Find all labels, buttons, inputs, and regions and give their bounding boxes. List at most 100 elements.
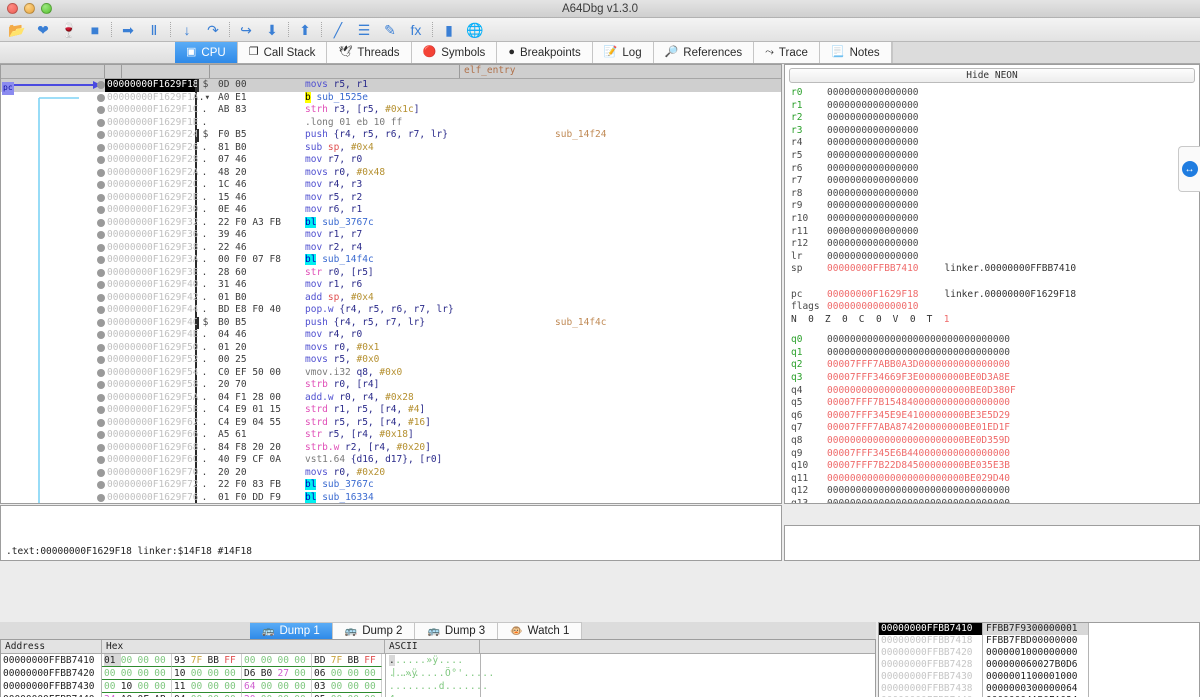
row-gutter[interactable] [1,318,105,327]
dump-hex-byte[interactable]: 00 [154,654,171,666]
disassembly-row[interactable]: 00000000F1629F2E. 15 46 mov r5, r2 [1,191,781,204]
dump-hex-byte[interactable]: 7F [191,654,208,666]
dump-hex-byte[interactable]: 0F [138,693,155,697]
row-gutter[interactable] [1,181,105,190]
disassembly-row[interactable]: 00000000F1629F1C. AB 83 strh r3, [r5, #0x1… [1,104,781,117]
dump-hex-byte[interactable]: 00 [138,667,155,679]
dump-hex-byte[interactable]: 10 [174,667,191,679]
patch-icon[interactable]: ╱ [325,19,351,41]
row-gutter[interactable] [1,381,105,390]
row-gutter[interactable] [1,456,105,465]
stack-row[interactable]: 00000000FFBB7438 0000000300000064 [879,683,1199,695]
register-row-r1[interactable]: r1 0000000000000000 [791,100,1199,113]
breakpoint-toggle[interactable] [97,468,105,477]
register-row-r12[interactable]: r12 0000000000000000 [791,238,1199,251]
disassembly-row[interactable]: 00000000F1629F26. 81 B0 sub sp, #0x4 [1,141,781,154]
neon-register-row-q1[interactable]: q1 00000000000000000000000000000000 [791,347,1199,360]
register-row-r9[interactable]: r9 0000000000000000 [791,200,1199,213]
register-row-r6[interactable]: r6 0000000000000000 [791,163,1199,176]
breakpoint-toggle[interactable] [97,368,105,377]
dump-hex-byte[interactable]: 00 [261,693,278,697]
breakpoint-toggle[interactable] [97,143,105,152]
dump-hex-byte[interactable]: 00 [224,693,241,697]
memory-map-icon[interactable]: ☰ [351,19,377,41]
step-over-icon[interactable]: ↷ [200,19,226,41]
flags-row[interactable]: flags 0000000000000010 [791,301,1199,314]
tab-notes[interactable]: 📃 Notes [819,42,892,63]
dump-row-hex[interactable]: 00 00 00 00 10 00 00 00 D6 B0 27 00 06 00 00 00 [102,667,385,680]
dump-row[interactable]: 00000000FFBB744034A00FAB0400000020000000… [1,693,875,697]
disassembly-rows[interactable]: pc 00000000F1629F18 $0D 00 movs r5, r1 00000… [1,79,781,503]
row-gutter[interactable] [1,118,105,127]
dump-hex-byte[interactable]: BD [314,654,331,666]
dump-hex-byte[interactable]: 00 [154,667,171,679]
breakpoint-toggle[interactable] [97,456,105,465]
breakpoint-toggle[interactable] [97,181,105,190]
dump-row[interactable]: 00000000FFBB7410 01 00 00 00 93 7F BB FF 00 00 00 00… [1,654,875,679]
row-gutter[interactable] [1,493,105,502]
breakpoint-toggle[interactable] [97,106,105,115]
disassembly-row[interactable]: 00000000F1629F32. 22 F0 A3 FB bl sub_3767c [1,216,781,229]
wine-glass-icon[interactable]: 🍷 [56,19,82,41]
breakpoint-toggle[interactable] [97,406,105,415]
tab-cpu[interactable]: ▣ CPU [175,42,238,63]
disassembly-row[interactable]: 00000000F1629F72. 22 F0 83 FB bl sub_3767c [1,479,781,492]
globe-icon[interactable]: 🌐 [462,19,488,41]
dump-hex-byte[interactable]: 00 [348,667,365,679]
row-gutter[interactable] [1,106,105,115]
row-gutter[interactable] [1,393,105,402]
flag-bits-row[interactable]: N 0 Z 0 C 0 V 0 T 1 [791,314,1199,327]
flag-bit-c[interactable]: C 0 [859,314,882,327]
dump-tab-dump-1[interactable]: 🚌 Dump 1 [250,622,333,639]
dump-hex-byte[interactable]: 64 [244,680,261,692]
breakpoint-toggle[interactable] [97,381,105,390]
row-gutter[interactable] [1,206,105,215]
breakpoint-toggle[interactable] [97,418,105,427]
dump-hex-byte[interactable]: D6 [244,667,261,679]
run-to-icon[interactable]: ⬇ [259,19,285,41]
disassembly-row[interactable]: 00000000F1629F5A. 04 F1 28 00 add.w r0, r4… [1,391,781,404]
disassembly-row[interactable]: 00000000F1629F76. 01 F0 DD F9 bl sub_16334 [1,491,781,503]
tab-symbols[interactable]: 🔴 Symbols [411,42,498,63]
dump-hex-byte[interactable]: 00 [104,680,121,692]
row-gutter[interactable] [1,331,105,340]
disassembly-row[interactable]: 00000000F1629F4E. 04 46 mov r4, r0 [1,329,781,342]
row-gutter[interactable] [1,93,105,102]
breakpoint-toggle[interactable] [97,256,105,265]
breakpoint-toggle[interactable] [97,481,105,490]
dump-hex-byte[interactable]: 00 [104,667,121,679]
disassembly-row[interactable]: 00000000F1629F24 $ F0 B5 push {r4, r5, r6, … [1,129,781,142]
dump-hex-byte[interactable]: 00 [208,693,225,697]
dump-hex-byte[interactable]: 00 [261,654,278,666]
row-gutter[interactable] [1,256,105,265]
register-row-r8[interactable]: r8 0000000000000000 [791,188,1199,201]
dump-hex-byte[interactable]: AB [154,693,171,697]
stack-row[interactable]: 00000000FFBB7420 0000001000000000 [879,647,1199,659]
neon-register-row-q11[interactable]: q11 000000000000000000000000BE029D40 [791,473,1199,486]
hide-neon-button[interactable]: Hide NEON [789,68,1195,83]
breakpoint-toggle[interactable] [97,206,105,215]
disassembly-row[interactable]: 00000000F1629F38. 22 46 mov r2, r4 [1,241,781,254]
row-gutter[interactable] [1,131,105,140]
disassembly-row[interactable]: 00000000F1629F44. BD E8 F0 40 pop.w {r4, r… [1,304,781,317]
register-row-r10[interactable]: r10 0000000000000000 [791,213,1199,226]
breakpoint-toggle[interactable] [97,293,105,302]
breakpoint-toggle[interactable] [97,306,105,315]
dump-hex-byte[interactable]: 00 [331,693,348,697]
dump-hex-byte[interactable]: 00 [191,680,208,692]
registers-pane[interactable]: Hide NEON r0 0000000000000000 r1 0000000000… [784,64,1200,504]
dump-hex-byte[interactable]: 00 [121,667,138,679]
neon-register-row-q13[interactable]: q13 00000000000000000000000000000000 [791,498,1199,503]
neon-register-row-q8[interactable]: q8 000000000000000000000000BE0D359D [791,435,1199,448]
disassembly-row[interactable]: 00000000F1629F50. 01 20 movs r0, #0x1 [1,341,781,354]
dump-hex-byte[interactable]: 03 [314,680,331,692]
dump-hex-byte[interactable]: 00 [294,693,311,697]
tab-threads[interactable]: 🕊 Threads [327,42,412,63]
breakpoint-toggle[interactable] [97,118,105,127]
disassembly-row[interactable]: 00000000F1629F4C $ B0 B5 push {r4, r5, r7, … [1,316,781,329]
disassembly-row[interactable]: 00000000F1629F3E. 28 60 str r0, [r5] [1,266,781,279]
dump-row[interactable]: 00000000FFBB7420 00 00 00 00 10 00 00 00 D6 B0 27 00… [1,667,875,680]
neon-register-row-q12[interactable]: q12 00000000000000000000000000000000 [791,485,1199,498]
row-gutter[interactable] [1,443,105,452]
register-row-r4[interactable]: r4 0000000000000000 [791,137,1199,150]
